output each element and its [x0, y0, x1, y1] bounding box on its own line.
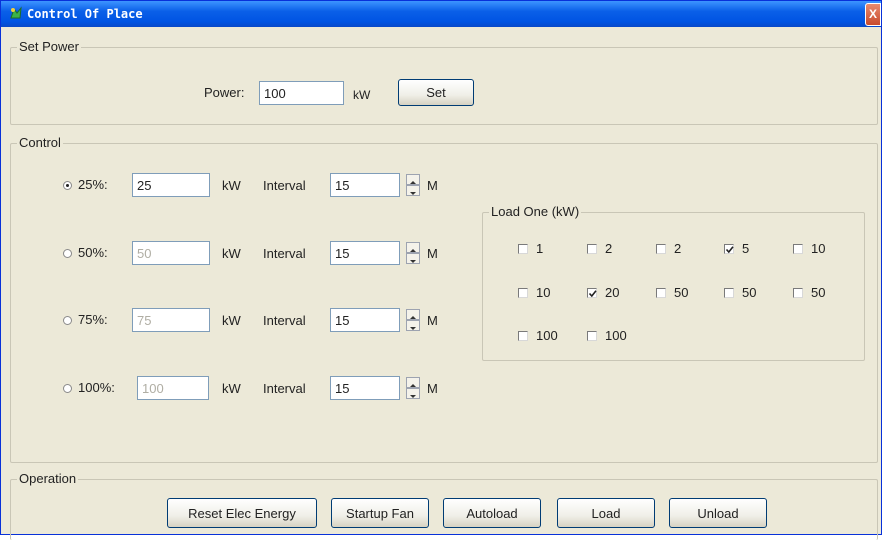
load-checkbox-3[interactable] — [724, 244, 734, 254]
percent-label: 75%: — [78, 312, 108, 327]
percent-kw-input[interactable] — [132, 308, 210, 332]
interval-input[interactable] — [330, 241, 400, 265]
load-checkbox-label: 50 — [742, 285, 757, 300]
spinner-up-arrow-icon[interactable] — [406, 377, 420, 388]
load-checkbox-label: 100 — [605, 328, 627, 343]
load-checkbox-label: 5 — [742, 241, 750, 256]
percent-kw-input[interactable] — [132, 173, 210, 197]
percent-label: 25%: — [78, 177, 108, 192]
load-checkbox-9[interactable] — [793, 288, 803, 298]
minutes-unit-label: M — [427, 313, 438, 328]
control-of-place-window: Control Of Place X Set Power Power: kW S… — [0, 0, 882, 540]
operation-legend: Operation — [17, 471, 79, 486]
load-checkbox-4[interactable] — [793, 244, 803, 254]
title-bar[interactable]: Control Of Place X — [1, 1, 881, 27]
spinner-up-arrow-icon[interactable] — [406, 174, 420, 185]
minutes-unit-label: M — [427, 246, 438, 261]
interval-label: Interval — [263, 313, 306, 328]
spinner-up-arrow-icon[interactable] — [406, 309, 420, 320]
load-checkbox-label: 2 — [674, 241, 682, 256]
kw-unit-label: kW — [222, 246, 241, 261]
control-legend: Control — [17, 135, 63, 150]
load-checkbox-label: 100 — [536, 328, 558, 343]
close-button[interactable]: X — [865, 3, 881, 26]
spinner-down-arrow-icon[interactable] — [406, 320, 420, 331]
interval-spinner[interactable] — [406, 377, 420, 399]
interval-spinner[interactable] — [406, 242, 420, 264]
load-checkbox-label: 10 — [811, 241, 826, 256]
minutes-unit-label: M — [427, 178, 438, 193]
load-checkbox-6[interactable] — [587, 288, 597, 298]
load-checkbox-label: 50 — [811, 285, 826, 300]
load-checkbox-2[interactable] — [656, 244, 666, 254]
minutes-unit-label: M — [427, 381, 438, 396]
set-power-legend: Set Power — [17, 39, 81, 54]
interval-label: Interval — [263, 178, 306, 193]
interval-spinner[interactable] — [406, 174, 420, 196]
load-one-legend: Load One (kW) — [489, 204, 582, 219]
load-checkbox-8[interactable] — [724, 288, 734, 298]
interval-label: Interval — [263, 246, 306, 261]
percent-kw-input[interactable] — [137, 376, 209, 400]
load-checkbox-label: 50 — [674, 285, 689, 300]
percent-label: 50%: — [78, 245, 108, 260]
load-checkbox-11[interactable] — [587, 331, 597, 341]
power-unit-label: kW — [353, 88, 371, 102]
load-checkbox-label: 2 — [605, 241, 613, 256]
load-checkbox-7[interactable] — [656, 288, 666, 298]
power-label: Power: — [204, 85, 245, 100]
interval-label: Interval — [263, 381, 306, 396]
startup-fan-button[interactable]: Startup Fan — [331, 498, 429, 528]
load-checkbox-label: 1 — [536, 241, 544, 256]
autoload-button[interactable]: Autoload — [443, 498, 541, 528]
spinner-down-arrow-icon[interactable] — [406, 253, 420, 264]
percent-radio-0[interactable] — [63, 181, 72, 190]
load-checkbox-0[interactable] — [518, 244, 528, 254]
spinner-up-arrow-icon[interactable] — [406, 242, 420, 253]
window-title: Control Of Place — [27, 7, 143, 21]
interval-input[interactable] — [330, 173, 400, 197]
spinner-down-arrow-icon[interactable] — [406, 388, 420, 399]
percent-label: 100%: — [78, 380, 115, 395]
reset-elec-energy-button[interactable]: Reset Elec Energy — [167, 498, 317, 528]
kw-unit-label: kW — [222, 381, 241, 396]
percent-kw-input[interactable] — [132, 241, 210, 265]
kw-unit-label: kW — [222, 313, 241, 328]
percent-radio-2[interactable] — [63, 316, 72, 325]
interval-input[interactable] — [330, 376, 400, 400]
spinner-down-arrow-icon[interactable] — [406, 185, 420, 196]
load-checkbox-label: 10 — [536, 285, 551, 300]
set-button[interactable]: Set — [398, 79, 474, 106]
power-input[interactable] — [259, 81, 344, 105]
interval-input[interactable] — [330, 308, 400, 332]
interval-spinner[interactable] — [406, 309, 420, 331]
load-checkbox-label: 20 — [605, 285, 620, 300]
percent-radio-1[interactable] — [63, 249, 72, 258]
unload-button[interactable]: Unload — [669, 498, 767, 528]
kw-unit-label: kW — [222, 178, 241, 193]
load-button[interactable]: Load — [557, 498, 655, 528]
load-checkbox-5[interactable] — [518, 288, 528, 298]
checkmark-icon — [588, 290, 597, 298]
load-checkbox-10[interactable] — [518, 331, 528, 341]
app-icon — [10, 6, 22, 19]
checkmark-icon — [725, 246, 734, 254]
load-checkbox-1[interactable] — [587, 244, 597, 254]
percent-radio-3[interactable] — [63, 384, 72, 393]
